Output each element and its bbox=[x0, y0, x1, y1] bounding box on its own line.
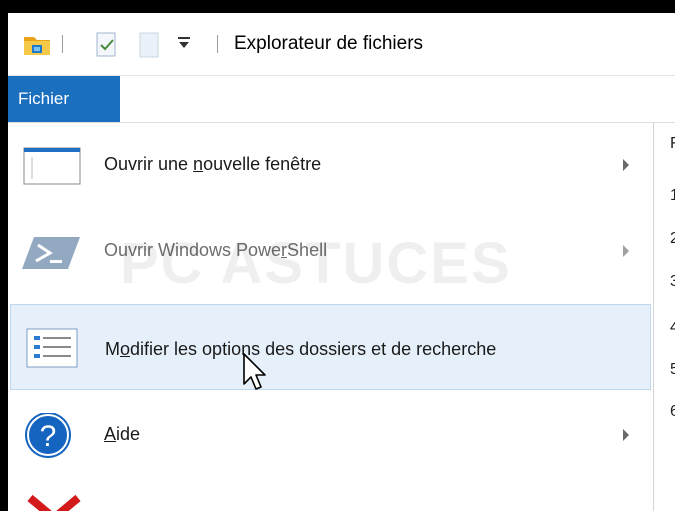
pane-header: F bbox=[670, 135, 675, 152]
ribbon: Fichier bbox=[8, 76, 675, 123]
recent-places-pane: F 1 2 3 4 5 6 bbox=[653, 123, 675, 511]
window-title: Explorateur de fichiers bbox=[234, 33, 424, 54]
submenu-arrow-icon bbox=[623, 159, 629, 171]
recent-item-number[interactable]: 3 bbox=[670, 273, 675, 291]
properties-icon[interactable] bbox=[94, 31, 120, 64]
recent-item-number[interactable]: 2 bbox=[670, 230, 675, 248]
left-border bbox=[0, 13, 8, 511]
help-icon: ? bbox=[22, 412, 80, 459]
powershell-icon bbox=[22, 229, 80, 275]
menu-item-label: Aide bbox=[104, 424, 141, 444]
file-menu: Ouvrir une nouvelle fenêtre Ouvrir Windo… bbox=[8, 123, 653, 511]
top-border bbox=[0, 0, 675, 13]
title-bar: Explorateur de fichiers bbox=[8, 13, 675, 76]
recent-item-number[interactable]: 6 bbox=[670, 403, 675, 421]
menu-item-label: Modifier les options des dossiers et de … bbox=[105, 339, 497, 359]
folder-options-icon bbox=[23, 325, 81, 371]
toolbar-separator bbox=[62, 35, 63, 53]
menu-item-label: Ouvrir une nouvelle fenêtre bbox=[104, 154, 322, 174]
submenu-arrow-icon bbox=[623, 429, 629, 441]
new-window-icon bbox=[22, 143, 81, 189]
recent-item-number[interactable]: 5 bbox=[670, 361, 675, 379]
mouse-cursor-icon bbox=[242, 352, 272, 396]
folder-icon[interactable] bbox=[22, 31, 52, 62]
close-icon[interactable] bbox=[26, 492, 82, 511]
svg-text:?: ? bbox=[40, 420, 57, 453]
recent-item-number[interactable]: 4 bbox=[670, 319, 675, 337]
new-folder-icon[interactable] bbox=[136, 31, 162, 64]
menu-item-folder-options[interactable]: Modifier les options des dossiers et de … bbox=[10, 304, 651, 390]
tab-fichier[interactable]: Fichier bbox=[8, 76, 120, 122]
customize-toolbar-icon[interactable] bbox=[176, 35, 192, 56]
menu-item-powershell[interactable]: Ouvrir Windows PowerShell bbox=[8, 209, 653, 295]
submenu-arrow-icon bbox=[623, 245, 629, 257]
menu-item-new-window[interactable]: Ouvrir une nouvelle fenêtre bbox=[8, 123, 653, 209]
menu-item-help[interactable]: ? Aide bbox=[8, 393, 653, 479]
recent-item-number[interactable]: 1 bbox=[670, 187, 675, 205]
menu-item-label: Ouvrir Windows PowerShell bbox=[104, 240, 328, 260]
toolbar-separator bbox=[217, 35, 218, 53]
